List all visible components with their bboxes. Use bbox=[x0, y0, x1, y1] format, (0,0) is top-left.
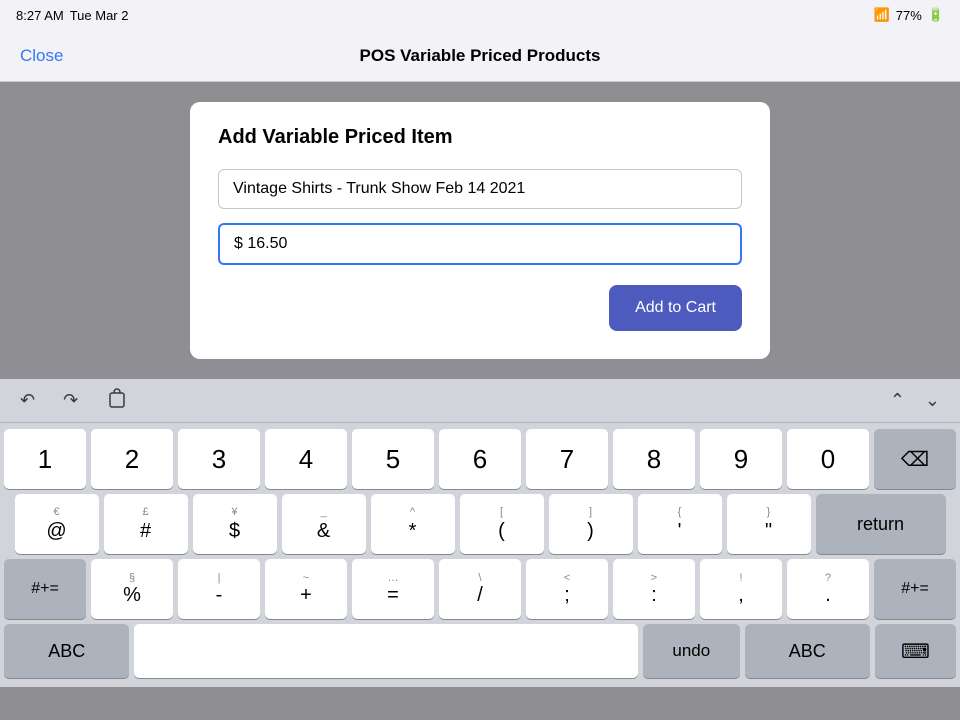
status-time: 8:27 AM bbox=[16, 8, 64, 23]
toolbar-right: ⌃ ⌄ bbox=[884, 386, 946, 415]
collapse-keyboard-down[interactable]: ⌄ bbox=[919, 386, 946, 415]
product-name-input[interactable] bbox=[218, 169, 742, 209]
key-exclamation[interactable]: ! , bbox=[700, 559, 782, 619]
key-3[interactable]: 3 bbox=[178, 429, 260, 489]
key-minus[interactable]: | - bbox=[178, 559, 260, 619]
add-to-cart-button[interactable]: Add to Cart bbox=[609, 285, 742, 331]
keyboard-symbol-row: € @ £ # ¥ $ _ & ^ * [ ( ] ) { ' bbox=[4, 494, 956, 554]
keyboard: 1 2 3 4 5 6 7 8 9 0 ⌫ € @ £ # ¥ $ _ & ^ … bbox=[0, 423, 960, 687]
key-8[interactable]: 8 bbox=[613, 429, 695, 489]
key-4[interactable]: 4 bbox=[265, 429, 347, 489]
key-abc-left[interactable]: ABC bbox=[4, 624, 129, 678]
key-dollar[interactable]: ¥ $ bbox=[193, 494, 277, 554]
undo-toolbar-button[interactable]: ↶ bbox=[14, 386, 41, 415]
key-open-paren[interactable]: [ ( bbox=[460, 494, 544, 554]
key-space[interactable] bbox=[134, 624, 638, 678]
key-question[interactable]: ? . bbox=[787, 559, 869, 619]
keyboard-number-row: 1 2 3 4 5 6 7 8 9 0 ⌫ bbox=[4, 429, 956, 489]
toolbar-left: ↶ ↷ bbox=[14, 383, 134, 418]
modal-card: Add Variable Priced Item Add to Cart bbox=[190, 102, 770, 359]
modal-heading: Add Variable Priced Item bbox=[218, 126, 742, 149]
key-0[interactable]: 0 bbox=[787, 429, 869, 489]
key-equals[interactable]: … = bbox=[352, 559, 434, 619]
status-date: Tue Mar 2 bbox=[70, 8, 129, 23]
key-close-paren[interactable]: ] ) bbox=[549, 494, 633, 554]
battery-icon: 🔋 bbox=[928, 7, 944, 23]
key-delete[interactable]: ⌫ bbox=[874, 429, 956, 489]
key-1[interactable]: 1 bbox=[4, 429, 86, 489]
key-hashtag-toggle-right[interactable]: #+= bbox=[874, 559, 956, 619]
modal-actions: Add to Cart bbox=[218, 285, 742, 331]
collapse-keyboard-up[interactable]: ⌃ bbox=[884, 386, 911, 415]
key-slash[interactable]: \ / bbox=[439, 559, 521, 619]
redo-toolbar-button[interactable]: ↷ bbox=[57, 386, 84, 415]
key-hash[interactable]: £ # bbox=[104, 494, 188, 554]
nav-bar: Close POS Variable Priced Products bbox=[0, 30, 960, 82]
clipboard-toolbar-button[interactable] bbox=[100, 383, 134, 418]
keyboard-toolbar: ↶ ↷ ⌃ ⌄ bbox=[0, 379, 960, 423]
modal-area: Add Variable Priced Item Add to Cart bbox=[0, 82, 960, 379]
key-apostrophe[interactable]: { ' bbox=[638, 494, 722, 554]
wifi-icon: 📶 bbox=[874, 7, 890, 23]
close-button[interactable]: Close bbox=[20, 46, 63, 66]
key-7[interactable]: 7 bbox=[526, 429, 608, 489]
key-keyboard-dismiss[interactable]: ⌨ bbox=[875, 624, 956, 678]
key-return[interactable]: return bbox=[816, 494, 946, 554]
key-2[interactable]: 2 bbox=[91, 429, 173, 489]
key-semicolon[interactable]: < ; bbox=[526, 559, 608, 619]
key-colon[interactable]: > : bbox=[613, 559, 695, 619]
key-percent[interactable]: § % bbox=[91, 559, 173, 619]
key-hashtag-toggle[interactable]: #+= bbox=[4, 559, 86, 619]
key-abc-right[interactable]: ABC bbox=[745, 624, 870, 678]
key-9[interactable]: 9 bbox=[700, 429, 782, 489]
price-input[interactable] bbox=[218, 223, 742, 265]
key-ampersand[interactable]: _ & bbox=[282, 494, 366, 554]
key-undo[interactable]: undo bbox=[643, 624, 739, 678]
keyboard-bottom-row: ABC undo ABC ⌨ bbox=[4, 624, 956, 678]
key-asterisk[interactable]: ^ * bbox=[371, 494, 455, 554]
keyboard-special-row: #+= § % | - ~ + … = \ / < ; > : ! bbox=[4, 559, 956, 619]
status-bar: 8:27 AM Tue Mar 2 📶 77% 🔋 bbox=[0, 0, 960, 30]
key-at[interactable]: € @ bbox=[15, 494, 99, 554]
key-5[interactable]: 5 bbox=[352, 429, 434, 489]
key-plus[interactable]: ~ + bbox=[265, 559, 347, 619]
battery-level: 77% bbox=[896, 8, 922, 23]
key-6[interactable]: 6 bbox=[439, 429, 521, 489]
page-title: POS Variable Priced Products bbox=[360, 46, 601, 66]
key-quote[interactable]: } " bbox=[727, 494, 811, 554]
